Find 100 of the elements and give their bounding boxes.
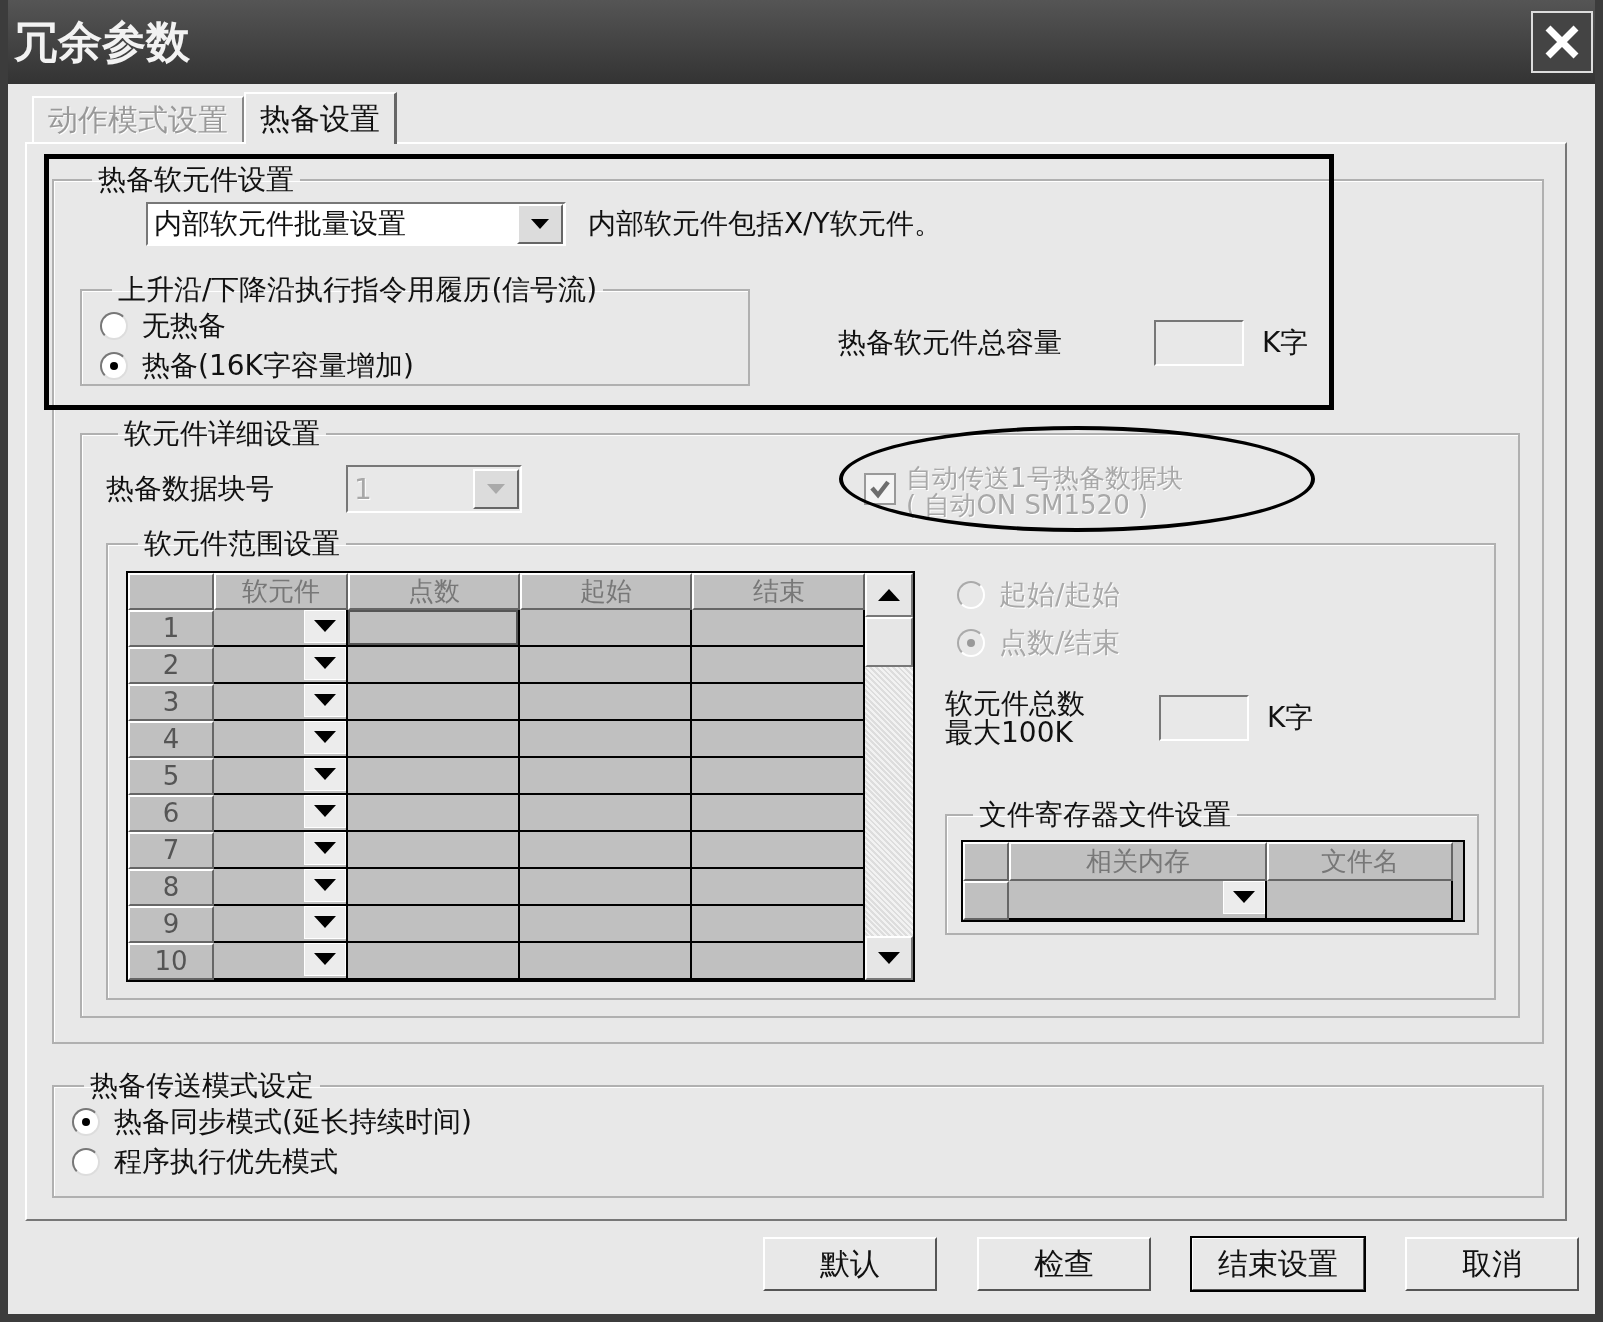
radio-button[interactable] [72,1148,100,1177]
tab[interactable]: 热备设置 [244,92,397,144]
dropdown-button[interactable] [304,646,346,680]
scroll-up-icon [878,588,900,601]
table-cell[interactable] [214,757,348,795]
dialog-button[interactable]: 默认 [763,1237,937,1291]
table-cell[interactable] [520,720,692,758]
table-cell[interactable] [692,683,865,721]
table-cell[interactable] [520,868,692,906]
close-button[interactable] [1531,11,1593,73]
dropdown-button[interactable] [304,609,346,643]
radio-button[interactable] [72,1108,100,1137]
table-cell[interactable] [214,831,348,869]
capacity-label: 热备软元件总容量 [838,325,1062,362]
scrollbar[interactable] [865,572,913,980]
dropdown-button[interactable] [304,683,346,717]
caret-icon [1233,891,1255,904]
table-cell[interactable] [520,831,692,869]
table-cell[interactable] [348,683,520,721]
table-cell[interactable] [348,609,520,647]
table-cell[interactable] [348,757,520,795]
table-cell[interactable] [214,720,348,758]
window-title: 冗余参数 [14,14,190,69]
table-cell[interactable] [1267,880,1453,920]
table-cell[interactable] [520,646,692,684]
table-cell[interactable] [214,646,348,684]
total-label: 最大100K [945,717,1073,748]
caret-icon [314,842,336,855]
row-header: 6 [128,794,214,832]
table-cell[interactable] [692,609,865,647]
dropdown-button[interactable] [304,720,346,754]
table-cell[interactable] [348,646,520,684]
radio-label: 热备同步模式(延长持续时间) [114,1104,472,1141]
dropdown-button[interactable] [304,757,346,791]
dropdown-button[interactable] [304,905,346,939]
radio-button[interactable] [100,352,128,381]
checkbox-label: 自动传送1号热备数据块 [906,465,1183,493]
table-cell[interactable] [214,942,348,980]
table-cell[interactable] [348,868,520,906]
table-cell[interactable] [520,794,692,832]
dialog-button[interactable]: 取消 [1405,1237,1579,1291]
table-cell[interactable] [692,720,865,758]
table-cell[interactable] [214,868,348,906]
group-title: 热备软元件设置 [97,164,295,197]
table-cell[interactable] [692,831,865,869]
table-cell[interactable] [214,683,348,721]
radio-label: 程序执行优先模式 [114,1144,338,1181]
dropdown-button[interactable] [304,794,346,828]
group-title: 文件寄存器文件设置 [978,799,1232,832]
dialog-button[interactable]: 结束设置 [1191,1237,1365,1291]
table-cell[interactable] [692,942,865,980]
table-cell[interactable] [1009,880,1267,920]
table-cell[interactable] [692,757,865,795]
mode-dropdown[interactable]: 内部软元件批量设置 [146,202,566,247]
group-title: 上升沿/下降沿执行指令用履历(信号流) [117,274,599,307]
total-label: 软元件总数 [945,688,1086,718]
caret-icon [314,879,336,892]
table-cell[interactable] [520,905,692,943]
capacity-field[interactable] [1154,320,1244,367]
table-cell[interactable] [214,905,348,943]
row-header: 9 [128,905,214,943]
row-header: 5 [128,757,214,795]
table-cell[interactable] [520,683,692,721]
caret-icon [314,953,336,966]
scroll-thumb[interactable] [865,616,913,667]
row-header: 1 [128,609,214,647]
dropdown-button[interactable] [304,868,346,902]
caret-icon [314,731,336,744]
table-cell[interactable] [520,757,692,795]
table-cell[interactable] [692,794,865,832]
table-cell[interactable] [214,794,348,832]
caret-icon [314,768,336,781]
dropdown-button[interactable] [1223,880,1265,914]
table-cell[interactable] [348,794,520,832]
column-header: 文件名 [1267,841,1453,881]
radio-label: 起始/起始 [999,576,1121,613]
table-cell[interactable] [692,905,865,943]
row-header: 10 [128,942,214,980]
block-label: 热备数据块号 [106,471,275,508]
scroll-down-icon [878,951,900,964]
table-cell[interactable] [348,720,520,758]
radio-button[interactable] [100,312,128,341]
caret-icon [487,484,505,495]
total-field[interactable] [1159,694,1249,741]
table-cell[interactable] [348,831,520,869]
table-cell[interactable] [348,905,520,943]
caret-icon [314,805,336,818]
table-cell[interactable] [692,646,865,684]
caret-icon [531,219,549,230]
dialog-button[interactable]: 检查 [977,1237,1151,1291]
table-cell[interactable] [214,609,348,647]
table-cell[interactable] [348,942,520,980]
column-header: 相关内存 [1009,841,1267,881]
table-cell[interactable] [520,942,692,980]
dropdown-button[interactable] [304,942,346,976]
row-header: 2 [128,646,214,684]
table-cell[interactable] [692,868,865,906]
dropdown-button[interactable] [304,831,346,865]
table-cell[interactable] [520,609,692,647]
column-header: 结束 [692,572,865,610]
